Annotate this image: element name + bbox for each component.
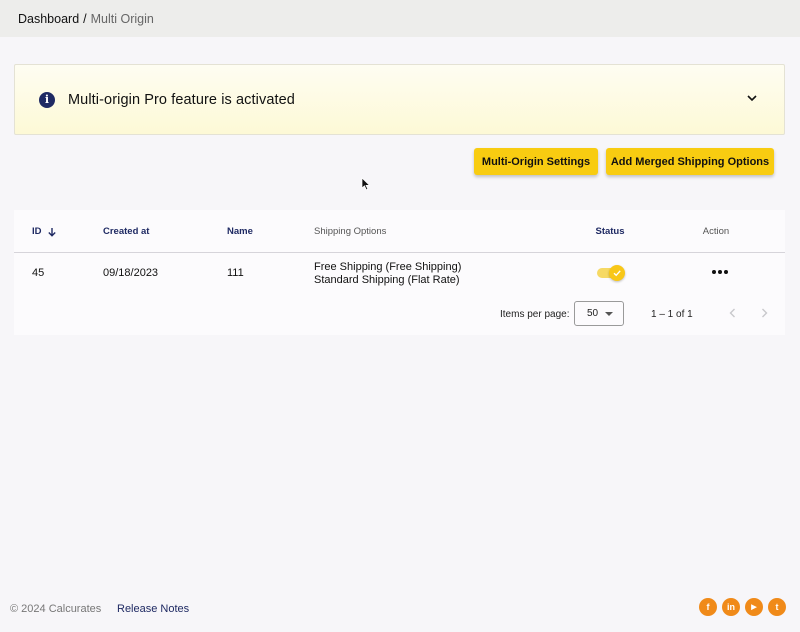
arrow-down-icon [47,227,56,237]
info-icon: i [39,91,55,108]
column-header-id[interactable]: ID [32,226,57,237]
feature-banner[interactable]: i Multi-origin Pro feature is activated [14,64,785,135]
column-header-created-at[interactable]: Created at [103,226,149,237]
breadcrumb: Dashboard / Multi Origin [0,0,800,37]
multi-origin-settings-button[interactable]: Multi-Origin Settings [474,148,598,175]
paginator: Items per page: 50 1 – 1 of 1 [14,299,785,331]
column-header-status[interactable]: Status [595,226,624,237]
cell-id: 45 [32,267,45,279]
cell-created-at: 09/18/2023 [103,267,159,279]
add-merged-shipping-options-button[interactable]: Add Merged Shipping Options [606,148,774,175]
items-per-page-select[interactable]: 50 [574,301,624,326]
breadcrumb-current: Multi Origin [90,11,154,26]
mouse-cursor-icon [361,177,371,191]
column-header-action: Action [702,226,730,237]
more-horizontal-icon[interactable] [712,270,728,274]
items-per-page-label: Items per page: [500,309,570,320]
column-header-shipping-options: Shipping Options [314,226,387,237]
shipping-option: Standard Shipping (Flat Rate) [314,274,460,286]
release-notes-link[interactable]: Release Notes [117,603,189,615]
page-range: 1 – 1 of 1 [651,309,693,320]
breadcrumb-dashboard-link[interactable]: Dashboard [18,12,79,26]
breadcrumb-separator: / [83,11,87,26]
table-row: 45 09/18/2023 111 Free Shipping (Free Sh… [14,253,785,299]
facebook-icon[interactable]: f [699,598,717,616]
status-toggle[interactable] [597,265,625,281]
check-icon [613,270,621,277]
cell-name: 111 [227,267,244,279]
items-per-page-value: 50 [587,308,599,319]
chevron-left-icon[interactable] [727,307,739,319]
linkedin-icon[interactable]: in [722,598,740,616]
youtube-icon[interactable]: ▶ [745,598,763,616]
shipping-option: Free Shipping (Free Shipping) [314,261,462,273]
banner-text: Multi-origin Pro feature is activated [68,91,295,108]
column-label-id: ID [32,226,42,237]
cell-shipping-options: Free Shipping (Free Shipping) Standard S… [314,261,461,287]
origins-table: ID Created at Name Shipping Options Stat… [14,210,785,335]
twitter-icon[interactable]: t [768,598,786,616]
caret-down-icon [605,312,613,316]
chevron-down-icon[interactable] [746,92,758,104]
chevron-right-icon[interactable] [758,307,770,319]
copyright-text: © 2024 Calcurates [10,603,102,615]
table-header: ID Created at Name Shipping Options Stat… [14,210,785,253]
column-header-name[interactable]: Name [227,226,253,237]
toggle-knob [609,265,625,281]
